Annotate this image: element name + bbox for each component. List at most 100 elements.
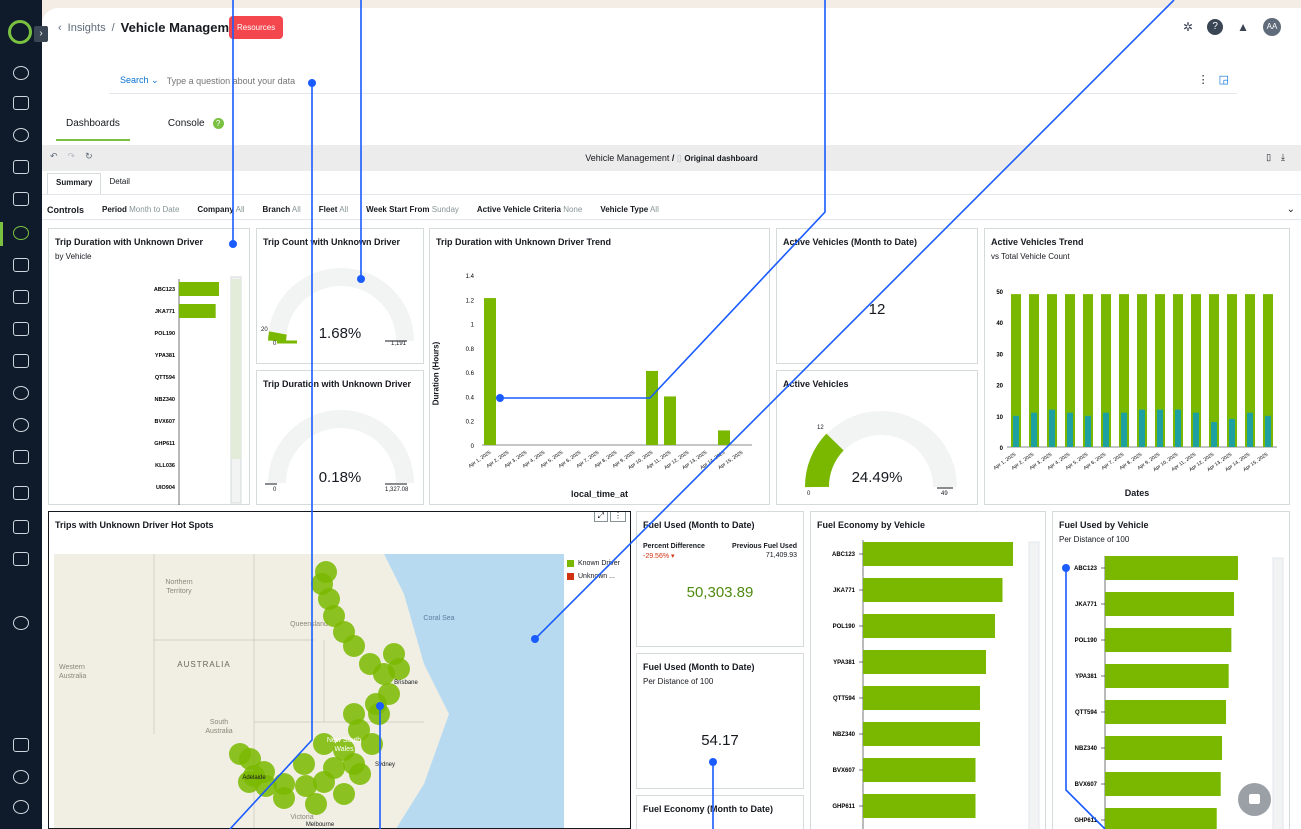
nav-library-icon[interactable]	[13, 354, 29, 368]
help-icon[interactable]: ?	[1207, 19, 1224, 35]
bar	[664, 396, 676, 445]
chat-button[interactable]	[1238, 783, 1271, 816]
bar	[1105, 628, 1232, 652]
y-tick-label: 30	[996, 352, 1003, 358]
nav-people-icon[interactable]	[13, 96, 29, 110]
nav-support-icon[interactable]	[13, 800, 29, 814]
nav-dashboard-icon[interactable]	[13, 66, 29, 80]
bell-icon[interactable]: ▲	[1237, 20, 1249, 34]
nav-messages-icon[interactable]	[13, 192, 29, 206]
city-label: Adelaide	[242, 775, 266, 781]
y-tick-label: 20	[996, 384, 1003, 390]
active-vehicles-gauge	[804, 411, 957, 489]
pct-difference-value: -29.56% ▾	[643, 553, 675, 560]
bar	[1157, 409, 1163, 447]
nav-truck-icon[interactable]	[13, 520, 29, 534]
bar	[1105, 592, 1235, 616]
prev-fuel-label: Previous Fuel Used	[732, 543, 797, 550]
bookmark-icon[interactable]: ▯	[1266, 152, 1271, 163]
top-right-icons: ✲ ? ▲ AA	[1183, 18, 1281, 36]
legend-known-driver[interactable]: Known Driver	[567, 560, 620, 567]
controls-title[interactable]: Controls	[47, 205, 84, 215]
search-input[interactable]	[166, 75, 1067, 86]
fuel-used-per100-card[interactable]: Fuel Used (Month to Date) Per Distance o…	[636, 653, 804, 789]
resources-button[interactable]: Resources	[229, 16, 284, 39]
trip-duration-trend-card[interactable]: Trip Duration with Unknown Driver Trend …	[429, 228, 770, 505]
category-label: NBZ340	[833, 732, 856, 738]
fuel-economy-by-vehicle-card[interactable]: Fuel Economy by Vehicle ABC123 JKA771 POL1…	[810, 511, 1046, 829]
nav-user-settings-icon[interactable]	[13, 616, 29, 630]
fuel-economy-mtd-card[interactable]: Fuel Economy (Month to Date)	[636, 795, 804, 829]
active-vehicles-gauge-card[interactable]: Active Vehicles 12 0 49 24.49%	[776, 370, 978, 505]
gauge-current: 12	[817, 425, 824, 431]
active-vehicles-trend-card[interactable]: Active Vehicles Trend vs Total Vehicle C…	[984, 228, 1290, 505]
y-tick-label: 0.2	[466, 420, 475, 426]
fuel-per100-value: 54.17	[701, 732, 739, 749]
bar	[863, 794, 976, 818]
tab-console[interactable]: Console?	[158, 108, 234, 139]
bar	[1105, 556, 1238, 580]
legend-unknown-driver[interactable]: Unknown ...	[567, 573, 620, 580]
tab-summary[interactable]: Summary	[47, 173, 102, 194]
expand-nav-icon[interactable]: ›	[34, 26, 48, 42]
trip-duration-gauge-card[interactable]: Trip Duration with Unknown Driver 0 1,32…	[256, 370, 424, 505]
hotspot-dot	[365, 693, 387, 715]
map-region-label: Northern	[165, 579, 192, 586]
avatar[interactable]: AA	[1263, 18, 1281, 36]
nav-location-icon[interactable]	[13, 386, 29, 400]
australia-map[interactable]: Northern Territory Queensland Coral Sea West…	[54, 554, 564, 829]
hotspots-map-card[interactable]: Trips with Unknown Driver Hot Spots ⤢ ⋮ …	[48, 511, 631, 829]
gauge-max: 49	[941, 491, 948, 497]
more-options-icon[interactable]: ⋮	[1198, 73, 1209, 86]
card-title: Active Vehicles (Month to Date)	[783, 237, 918, 247]
nav-fleet-icon[interactable]	[13, 290, 29, 304]
collapse-controls-icon[interactable]: ⌄	[1287, 204, 1295, 215]
console-help-icon[interactable]: ?	[212, 118, 224, 129]
back-chevron-icon[interactable]: ‹	[58, 22, 62, 34]
search-dropdown[interactable]: Search ⌄	[120, 75, 159, 86]
card-menu-icon[interactable]: ⋮	[610, 512, 626, 522]
nav-wheel-icon[interactable]	[13, 418, 29, 432]
control-period[interactable]: Period Month to Date	[102, 205, 179, 214]
trip-count-value: 1.68%	[318, 325, 362, 342]
nav-store-icon[interactable]	[13, 738, 29, 752]
fuel-used-by-vehicle-card[interactable]: Fuel Used by Vehicle Per Distance of 100…	[1052, 511, 1290, 829]
nav-insights-icon[interactable]	[13, 226, 29, 240]
breadcrumb-parent[interactable]: Insights	[68, 22, 106, 34]
card-title: Fuel Used (Month to Date)	[643, 662, 755, 672]
bar	[863, 722, 980, 746]
control-active-criteria[interactable]: Active Vehicle Criteria None	[477, 205, 582, 214]
control-fleet[interactable]: Fleet All	[319, 205, 348, 214]
app-logo-icon[interactable]	[8, 20, 32, 44]
nav-fuel-icon[interactable]	[13, 552, 29, 566]
map-card-actions: ⤢ ⋮	[593, 512, 626, 522]
trip-duration-bar-chart: ABC123 JKA771 POL190 YPA381 QTT594 NBZ340 BVX6…	[154, 276, 242, 505]
expand-icon[interactable]: ⤢	[593, 512, 608, 522]
control-branch[interactable]: Branch All	[263, 205, 301, 214]
trip-duration-by-vehicle-card[interactable]: Trip Duration with Unknown Driver by Veh…	[48, 228, 250, 505]
tab-detail[interactable]: Detail	[101, 173, 137, 194]
control-week-start[interactable]: Week Start From Sunday	[366, 205, 459, 214]
fuel-used-mtd-card[interactable]: Fuel Used (Month to Date) Percent Differ…	[636, 511, 804, 647]
control-company[interactable]: Company All	[197, 205, 244, 214]
city-label: Sydney	[375, 762, 395, 768]
active-vehicles-mtd-card[interactable]: Active Vehicles (Month to Date) 12	[776, 228, 978, 364]
nav-books-icon[interactable]	[13, 450, 29, 464]
bug-icon[interactable]: ✲	[1183, 20, 1193, 34]
control-vehicle-type[interactable]: Vehicle Type All	[600, 205, 659, 214]
map-region-label: Western	[59, 664, 85, 671]
card-title: Trip Duration with Unknown Driver Trend	[436, 237, 612, 247]
y-tick-label: 50	[996, 290, 1003, 296]
nav-id-card-icon[interactable]	[13, 322, 29, 336]
open-external-icon[interactable]: ◲	[1219, 73, 1229, 86]
trip-count-card[interactable]: Trip Count with Unknown Driver 20 0 1,19…	[256, 228, 424, 364]
nav-reports-icon[interactable]	[13, 258, 29, 272]
city-label: New South	[327, 737, 361, 744]
nav-settings-icon[interactable]	[13, 770, 29, 784]
nav-device-icon[interactable]	[13, 486, 29, 500]
category-label: NBZ340	[1075, 746, 1098, 752]
download-icon[interactable]: ⤓	[1281, 152, 1285, 163]
tab-dashboards[interactable]: Dashboards	[56, 108, 130, 141]
nav-safety-icon[interactable]	[13, 128, 29, 142]
nav-documents-icon[interactable]	[13, 160, 29, 174]
